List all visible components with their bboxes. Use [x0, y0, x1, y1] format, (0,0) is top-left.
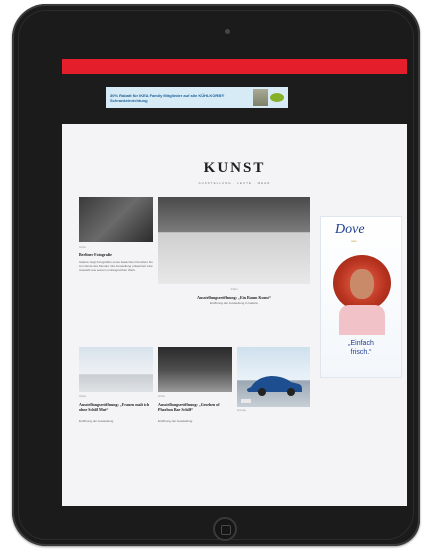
- article-teaser: Eröffnung der Ausstellung in Galerie: [210, 301, 258, 305]
- article-headline[interactable]: Ausstellungseröffnung: „Frauen malt ich …: [79, 402, 153, 412]
- article-kicker: Artikel: [79, 246, 86, 249]
- dove-subbrand: care: [351, 239, 357, 243]
- section-title: KUNST: [203, 160, 266, 176]
- article-image[interactable]: [158, 197, 310, 284]
- top-banner-ad[interactable]: 30% Rabatt für IKEA Family Mitglieder au…: [106, 87, 288, 108]
- article-teaser: Galerie zeigt Fotografien eines bekannte…: [79, 260, 153, 272]
- top-banner-text: 30% Rabatt für IKEA Family Mitglieder au…: [110, 92, 225, 103]
- article-headline[interactable]: Berliner Fotografie: [79, 252, 153, 257]
- article-teaser: Eröffnung der Ausstellung: [79, 419, 114, 423]
- ad-badge: Anzeige: [237, 409, 247, 412]
- section-subnav[interactable]: AUSSTELLUNG · LEUTE · MEHR: [62, 181, 407, 185]
- home-button[interactable]: [213, 517, 237, 541]
- banner-logo-icon: [270, 93, 284, 102]
- car-icon: [241, 376, 302, 403]
- top-red-bar: [62, 59, 407, 74]
- article-kicker: Artikel: [79, 395, 86, 398]
- article-image[interactable]: [79, 197, 153, 242]
- camera-icon: [225, 29, 230, 34]
- banner-product-image: [253, 89, 268, 106]
- article-teaser: Eröffnung der Ausstellung: [158, 419, 193, 423]
- tablet-frame: 30% Rabatt für IKEA Family Mitglieder au…: [12, 4, 420, 546]
- screen: 30% Rabatt für IKEA Family Mitglieder au…: [62, 59, 407, 506]
- dove-slogan-line1: „Einfach: [348, 340, 374, 347]
- dove-slogan: „Einfach frisch.“: [321, 339, 401, 357]
- article-headline[interactable]: Ausstellungseröffnung: „Ein Raum Kunst“: [158, 295, 310, 300]
- dove-model-image: [333, 255, 391, 337]
- car-ad[interactable]: [237, 347, 310, 407]
- article-image[interactable]: [79, 347, 153, 392]
- article-headline[interactable]: Ausstellungseröffnung: „Gesehen of Pharb…: [158, 402, 232, 412]
- article-kicker: Artikel: [230, 288, 238, 291]
- dove-slogan-line2: frisch.“: [350, 349, 372, 356]
- article-kicker: Artikel: [158, 395, 165, 398]
- site-header: 30% Rabatt für IKEA Family Mitglieder au…: [62, 74, 407, 124]
- dove-ad[interactable]: Dove care „Einfach frisch.“: [320, 216, 402, 378]
- dove-logo: Dove: [335, 222, 365, 237]
- article-image[interactable]: [158, 347, 232, 392]
